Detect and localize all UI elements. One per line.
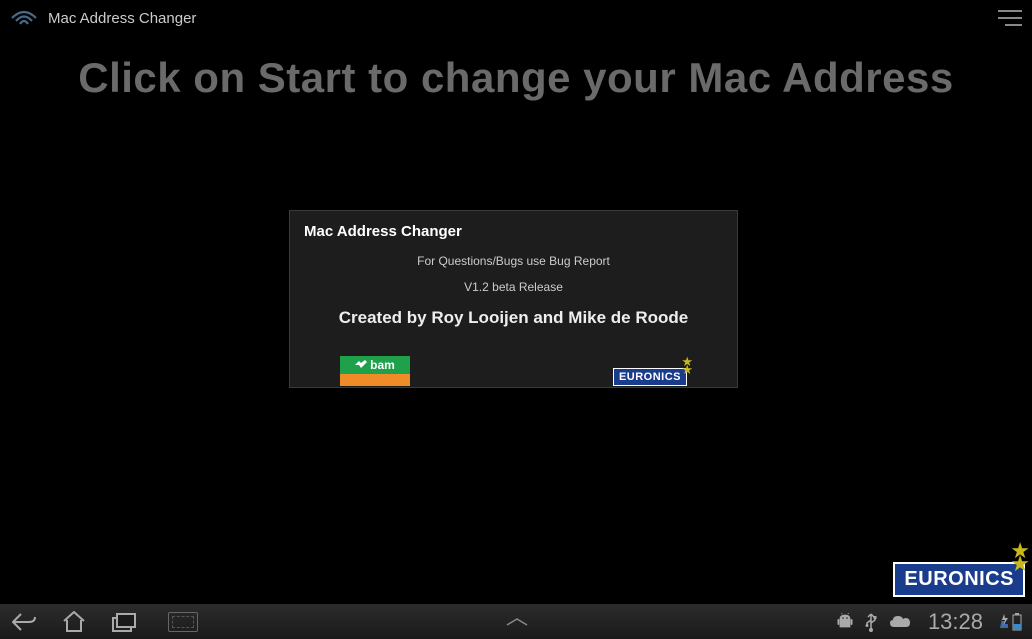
battery-icon	[1012, 613, 1022, 631]
euronics-logo-text: EURONICS	[613, 368, 687, 386]
signal-icon	[1000, 614, 1010, 630]
screenshot-button[interactable]	[168, 612, 198, 632]
about-dialog: Mac Address Changer For Questions/Bugs u…	[289, 210, 738, 388]
back-button[interactable]	[10, 611, 38, 633]
usb-icon	[865, 612, 877, 632]
euronics-watermark-text: EURONICS	[893, 562, 1025, 597]
dialog-bugreport-text: For Questions/Bugs use Bug Report	[304, 254, 723, 268]
battery-status	[1000, 613, 1022, 631]
expand-up-icon[interactable]	[503, 611, 531, 633]
dialog-credits: Created by Roy Looijen and Mike de Roode	[304, 308, 723, 328]
clock[interactable]: 13:28	[928, 609, 983, 635]
cloud-icon	[889, 615, 911, 629]
page-headline: Click on Start to change your Mac Addres…	[0, 54, 1032, 102]
dialog-title: Mac Address Changer	[304, 223, 723, 240]
euronics-logo-small: ★★ EURONICS	[613, 368, 687, 386]
home-button[interactable]	[60, 611, 88, 633]
top-status-bar: Mac Address Changer	[0, 0, 1032, 36]
recent-apps-button[interactable]	[110, 611, 138, 633]
euronics-watermark: ★★ EURONICS	[893, 562, 1025, 597]
dialog-version-text: V1.2 beta Release	[304, 280, 723, 294]
bam-logo-text: bam	[370, 358, 395, 372]
app-title: Mac Address Changer	[48, 10, 196, 27]
menu-icon[interactable]	[998, 8, 1022, 28]
bam-logo: bam	[340, 356, 410, 386]
wifi-icon	[10, 8, 38, 28]
navigation-bar: 13:28	[0, 603, 1032, 639]
android-icon	[837, 613, 853, 631]
dialog-logo-row: bam ★★ EURONICS	[290, 356, 737, 386]
